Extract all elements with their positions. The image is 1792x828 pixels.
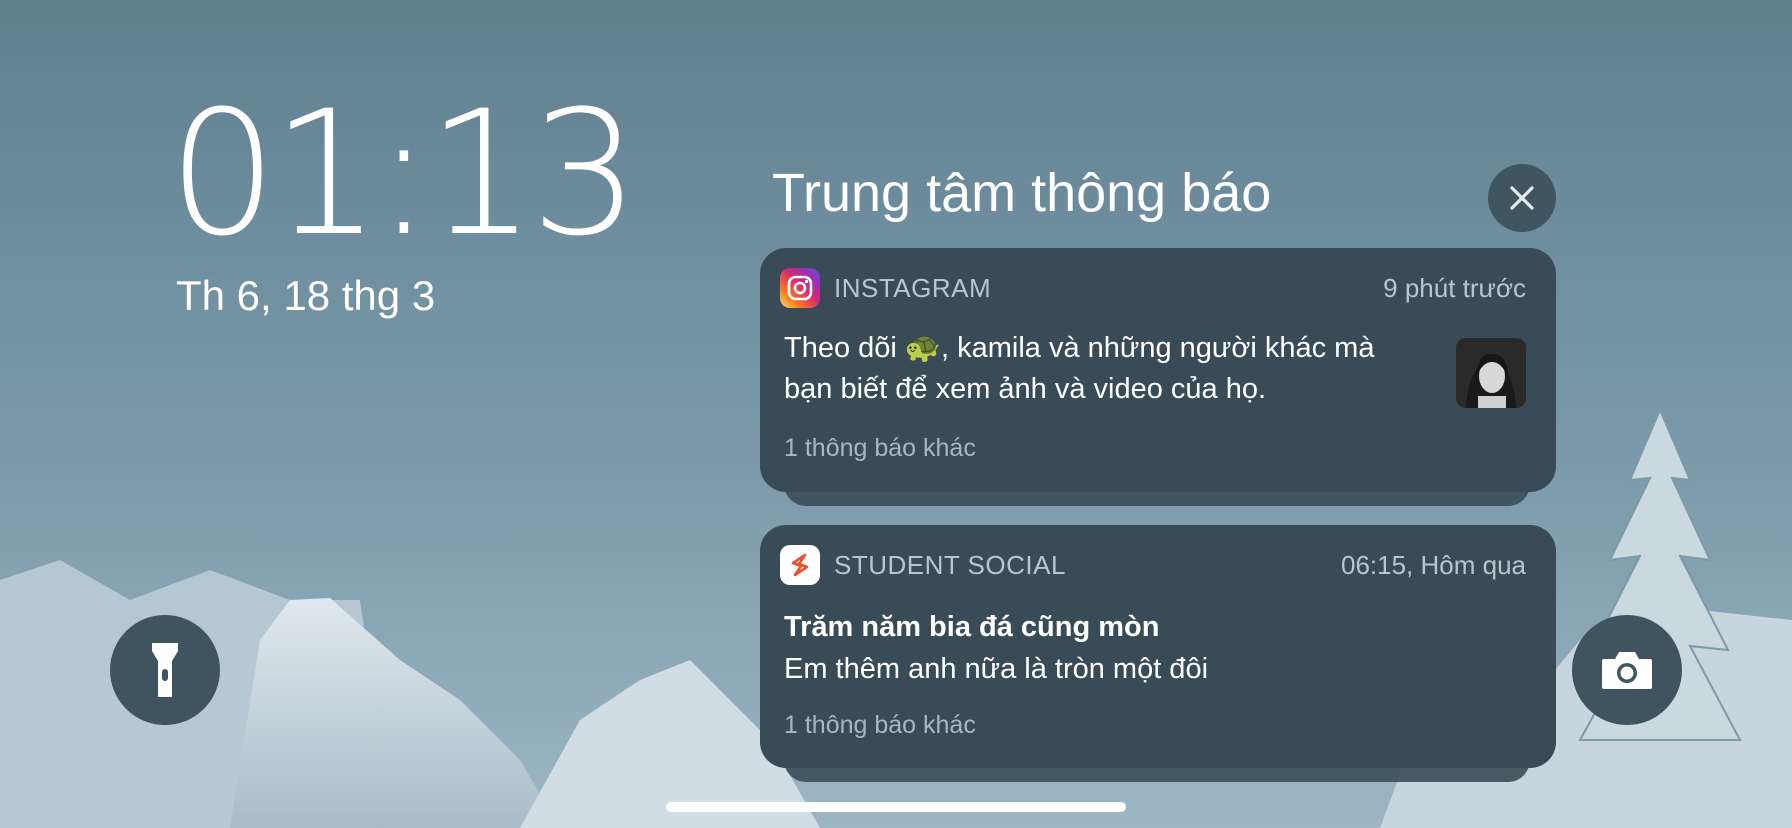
camera-icon (1602, 652, 1652, 689)
camera-button[interactable] (1572, 615, 1682, 725)
home-indicator[interactable] (666, 802, 1126, 812)
more-notifications-label: 1 thông báo khác (784, 434, 976, 462)
student-social-icon (780, 545, 820, 585)
close-notifications-button[interactable] (1488, 164, 1556, 232)
notification-time: 9 phút trước (1383, 272, 1526, 303)
app-name: STUDENT SOCIAL (834, 549, 1066, 580)
notification-message-line: Theo dõi 🐢, kamila và những người khác m… (784, 332, 1375, 364)
notification-message: Theo dõi 🐢, kamila và những người khác m… (784, 328, 1424, 410)
more-notifications-label: 1 thông báo khác (784, 711, 976, 739)
app-name: INSTAGRAM (834, 272, 992, 303)
notification-thumbnail (1456, 338, 1526, 408)
notification-body: Em thêm anh nữa là tròn một đôi (784, 653, 1209, 685)
notification-title: Trăm năm bia đá cũng mòn (784, 611, 1160, 643)
flashlight-icon (152, 643, 178, 697)
flashlight-button[interactable] (110, 615, 220, 725)
notification-header: INSTAGRAM 9 phút trước (780, 268, 1526, 308)
instagram-icon (780, 268, 820, 308)
notification-header: STUDENT SOCIAL 06:15, Hôm qua (780, 545, 1526, 585)
lock-screen-time: 01:13 (168, 73, 640, 274)
notification-message-line: bạn biết để xem ảnh và video của họ. (784, 373, 1267, 405)
notification-time: 06:15, Hôm qua (1340, 549, 1526, 580)
notification-student-social[interactable]: STUDENT SOCIAL 06:15, Hôm qua Trăm năm b… (760, 525, 1556, 768)
lock-screen-date: Th 6, 18 thg 3 (176, 272, 436, 319)
close-icon (1510, 186, 1534, 210)
notification-instagram[interactable]: INSTAGRAM 9 phút trước Theo dõi 🐢, kamil… (760, 248, 1556, 492)
mountain-peak-left (230, 598, 560, 828)
notification-center-title: Trung tâm thông báo (772, 163, 1272, 223)
